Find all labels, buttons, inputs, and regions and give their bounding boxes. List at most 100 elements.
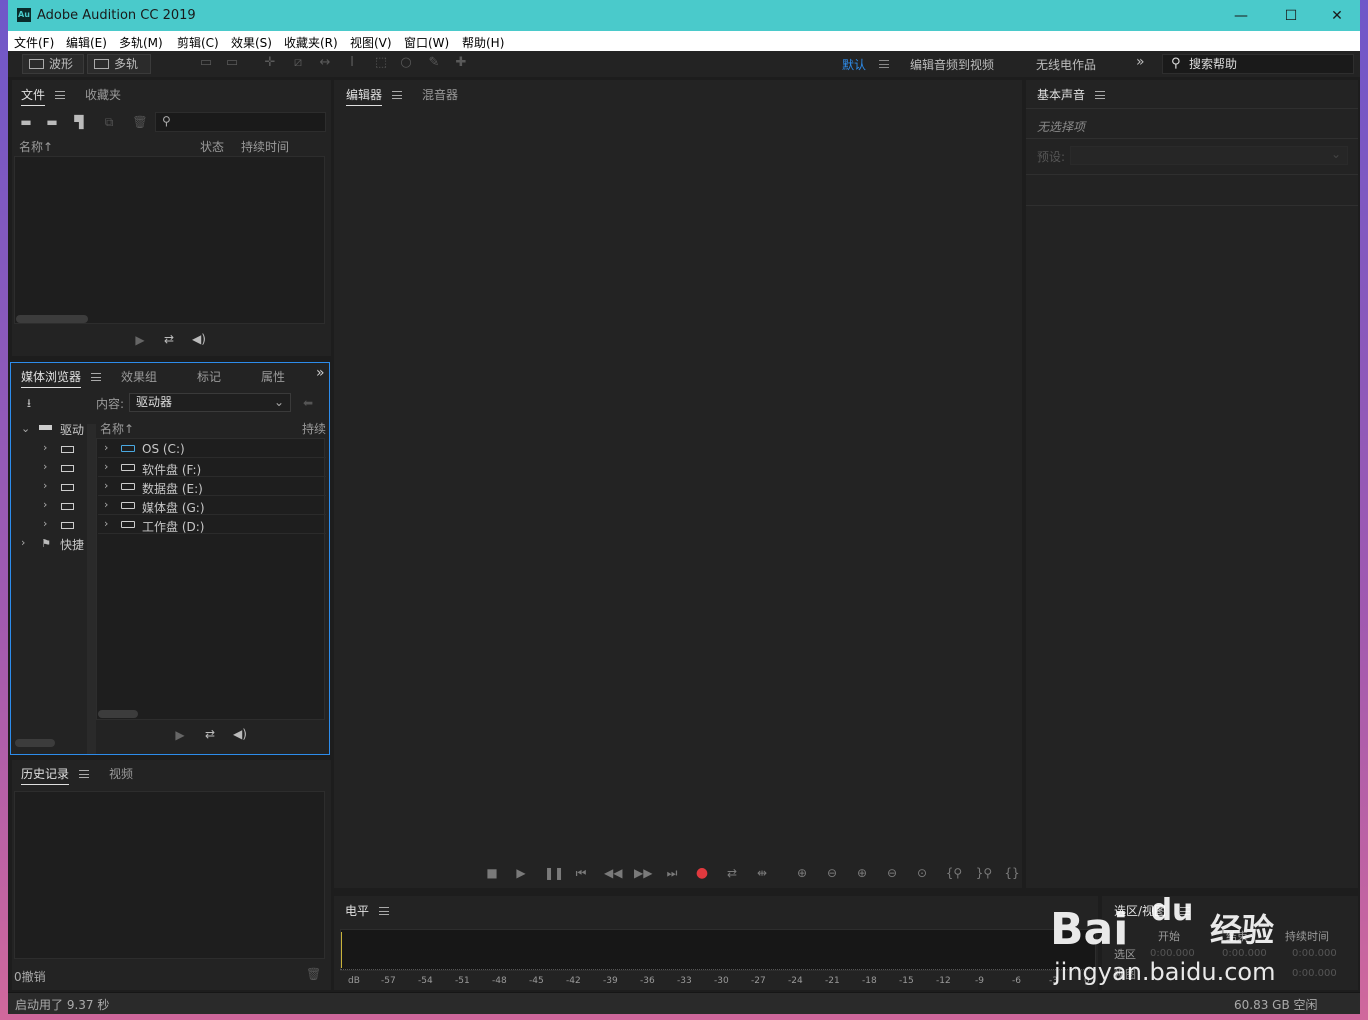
workspace-edit-audio-to-video[interactable]: 编辑音频到视频: [910, 56, 994, 73]
tab-effects-rack[interactable]: 效果组: [121, 368, 157, 385]
essential-sound-menu-icon[interactable]: [1095, 91, 1105, 99]
autoplay-icon[interactable]: ◀): [229, 727, 251, 741]
loop-icon[interactable]: ⇄: [201, 727, 219, 741]
tree-scrollbar[interactable]: [15, 739, 55, 747]
workspace-radio-production[interactable]: 无线电作品: [1036, 56, 1096, 73]
workspace-menu-icon[interactable]: [879, 60, 889, 68]
brush-tool-icon[interactable]: ✎: [426, 56, 442, 70]
list-item[interactable]: › 工作盘 (D:): [98, 515, 326, 534]
pitch-display-icon[interactable]: ▭: [224, 56, 240, 70]
history-panel-menu-icon[interactable]: [79, 770, 89, 778]
chevron-down-icon[interactable]: ⌄: [21, 422, 30, 435]
levels-menu-icon[interactable]: [379, 907, 389, 915]
tab-properties[interactable]: 属性: [261, 368, 285, 385]
import-file-icon[interactable]: ▬: [44, 115, 60, 129]
maximize-button[interactable]: ☐: [1276, 6, 1306, 26]
chevron-right-icon[interactable]: ›: [43, 441, 47, 454]
slip-tool-icon[interactable]: ↔: [317, 56, 333, 70]
waveform-view-button[interactable]: 波形: [22, 54, 84, 74]
delete-file-icon[interactable]: 🗑: [132, 115, 148, 129]
menu-multitrack[interactable]: 多轨(M): [119, 34, 163, 51]
list-scrollbar[interactable]: [98, 710, 138, 718]
search-help-input[interactable]: ⚲ 搜索帮助: [1162, 54, 1354, 74]
tab-history[interactable]: 历史记录: [21, 765, 70, 785]
tab-markers[interactable]: 标记: [197, 368, 221, 385]
menu-effects[interactable]: 效果(S): [231, 34, 272, 51]
lasso-tool-icon[interactable]: ○: [398, 56, 414, 70]
trash-icon[interactable]: 🗑: [306, 967, 321, 981]
column-duration[interactable]: 持续: [302, 420, 326, 437]
menu-file[interactable]: 文件(F): [14, 34, 54, 51]
move-tool-icon[interactable]: ✛: [262, 56, 278, 70]
new-file-icon[interactable]: ▜: [70, 115, 88, 129]
zoom-out-point-icon[interactable]: }⚲: [974, 866, 994, 880]
insert-into-multitrack-icon[interactable]: ⧉: [100, 115, 118, 129]
zoom-out-time-icon[interactable]: ⊖: [884, 866, 900, 880]
workspace-default[interactable]: 默认: [842, 56, 866, 73]
rewind-icon[interactable]: ◀◀: [604, 866, 622, 880]
time-selection-tool-icon[interactable]: I: [344, 56, 360, 70]
files-panel-menu-icon[interactable]: [55, 91, 65, 99]
close-button[interactable]: ✕: [1322, 6, 1352, 26]
list-item[interactable]: › OS (C:): [98, 439, 326, 458]
chevron-right-icon[interactable]: ›: [21, 536, 25, 549]
spectral-display-icon[interactable]: ▭: [198, 56, 214, 70]
menu-view[interactable]: 视图(V): [350, 34, 392, 51]
column-name[interactable]: 名称↑: [19, 138, 53, 155]
play-icon[interactable]: ▶: [173, 728, 187, 742]
zoom-in-amplitude-icon[interactable]: ⊕: [794, 866, 810, 880]
autoplay-icon[interactable]: ◀): [188, 332, 210, 346]
menu-edit[interactable]: 编辑(E): [66, 34, 107, 51]
list-item[interactable]: › 媒体盘 (G:): [98, 496, 326, 515]
skip-selection-icon[interactable]: ⇹: [754, 866, 770, 880]
panel-overflow-icon[interactable]: »: [316, 365, 325, 381]
zoom-in-time-icon[interactable]: ⊕: [854, 866, 870, 880]
minimize-button[interactable]: —: [1226, 6, 1256, 26]
marquee-tool-icon[interactable]: ⬚: [373, 56, 389, 70]
content-dropdown[interactable]: 驱动器 ⌄: [129, 393, 291, 412]
go-to-start-icon[interactable]: ⏮: [573, 866, 589, 880]
tree-shortcuts[interactable]: 快捷: [60, 536, 84, 553]
menu-window[interactable]: 窗口(W): [404, 34, 449, 51]
selection-duration[interactable]: 0:00.000: [1292, 948, 1337, 959]
list-item[interactable]: › 软件盘 (F:): [98, 458, 326, 477]
column-name[interactable]: 名称↑: [100, 420, 134, 437]
record-icon[interactable]: ●: [694, 866, 710, 880]
zoom-out-full-icon[interactable]: ⊙: [914, 866, 930, 880]
tab-media-browser[interactable]: 媒体浏览器: [21, 368, 82, 388]
go-to-end-icon[interactable]: ⏭: [664, 866, 680, 880]
zoom-out-amplitude-icon[interactable]: ⊖: [824, 866, 840, 880]
zoom-in-point-icon[interactable]: {⚲: [944, 866, 964, 880]
menu-help[interactable]: 帮助(H): [462, 34, 504, 51]
chevron-right-icon[interactable]: ›: [43, 460, 47, 473]
column-duration[interactable]: 持续时间: [241, 138, 289, 155]
tab-video[interactable]: 视频: [109, 765, 133, 782]
files-search-input[interactable]: ⚲: [155, 112, 326, 132]
stop-icon[interactable]: ■: [484, 866, 500, 880]
open-file-icon[interactable]: ▬: [18, 115, 34, 129]
play-icon[interactable]: ▶: [513, 866, 529, 880]
workspace-overflow-icon[interactable]: »: [1136, 54, 1145, 70]
back-arrow-icon[interactable]: ⬅: [301, 396, 315, 410]
chevron-right-icon[interactable]: ›: [43, 498, 47, 511]
razor-tool-icon[interactable]: ⧄: [290, 56, 306, 70]
list-item[interactable]: › 数据盘 (E:): [98, 477, 326, 496]
tree-drives[interactable]: 驱动: [60, 421, 84, 438]
tab-files[interactable]: 文件: [21, 86, 46, 106]
tab-favorites[interactable]: 收藏夹: [85, 86, 121, 103]
column-status[interactable]: 状态: [200, 138, 224, 155]
files-scrollbar[interactable]: [16, 315, 88, 323]
media-browser-menu-icon[interactable]: [91, 373, 101, 381]
tab-mixer[interactable]: 混音器: [422, 86, 458, 103]
preset-dropdown[interactable]: ⌄: [1070, 146, 1348, 165]
pause-icon[interactable]: ❚❚: [544, 866, 564, 880]
zoom-selection-icon[interactable]: {}: [1002, 866, 1022, 880]
menu-favorites[interactable]: 收藏夹(R): [284, 34, 338, 51]
play-icon[interactable]: ▶: [133, 333, 147, 347]
chevron-right-icon[interactable]: ›: [43, 479, 47, 492]
multitrack-view-button[interactable]: 多轨: [87, 54, 151, 74]
fast-forward-icon[interactable]: ▶▶: [634, 866, 652, 880]
loop-playback-icon[interactable]: ⇄: [724, 866, 740, 880]
spot-healing-tool-icon[interactable]: ✚: [453, 56, 469, 70]
tab-editor[interactable]: 编辑器: [346, 86, 383, 106]
